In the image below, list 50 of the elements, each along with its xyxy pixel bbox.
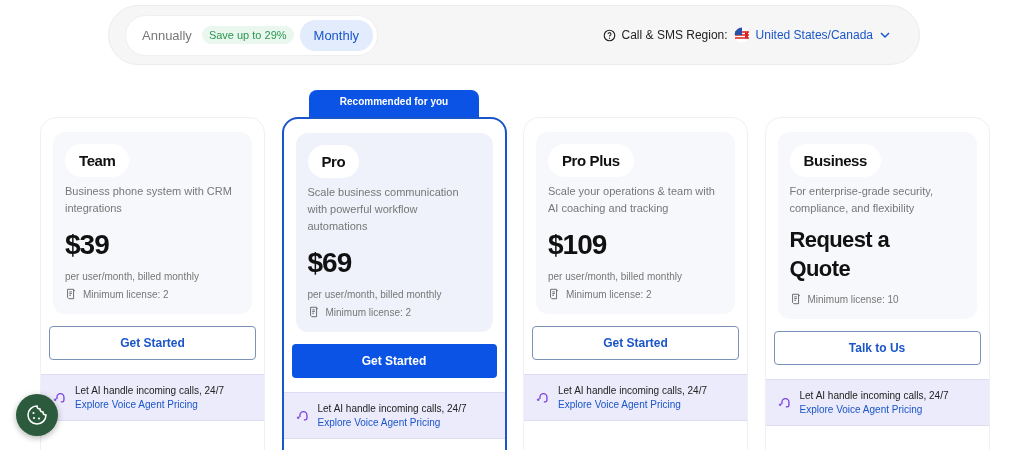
plan-description: Scale business communication with powerful workflow automations bbox=[307, 185, 460, 234]
promo-text: Let AI handle incoming calls, 24/7 bbox=[799, 390, 949, 401]
promo-text: Let AI handle incoming calls, 24/7 bbox=[317, 403, 467, 414]
chevron-down-icon bbox=[879, 29, 891, 41]
region-label: Call & SMS Region: bbox=[621, 28, 728, 42]
price-note: per user/month, billed monthly bbox=[548, 271, 682, 282]
price-note: per user/month, billed monthly bbox=[65, 271, 199, 282]
plan-cta-button[interactable]: Talk to Us bbox=[773, 331, 981, 365]
plan-name: Pro bbox=[307, 145, 360, 178]
region-dropdown[interactable]: United States/Canada bbox=[733, 27, 891, 43]
plan-cta-button[interactable]: Get Started bbox=[291, 344, 497, 378]
cookie-icon bbox=[25, 403, 49, 427]
headset-icon bbox=[53, 390, 67, 405]
flag-icon bbox=[733, 27, 750, 43]
recommended-badge: Recommended for you bbox=[309, 90, 479, 117]
plan-price: $39 bbox=[65, 229, 109, 261]
cookie-settings-button[interactable] bbox=[16, 394, 58, 436]
plan-cta-button[interactable]: Get Started bbox=[49, 326, 256, 360]
voice-agent-pricing-link[interactable]: Explore Voice Agent Pricing bbox=[317, 417, 467, 428]
voice-agent-pricing-link[interactable]: Explore Voice Agent Pricing bbox=[799, 404, 949, 415]
plan-description: Business phone system with CRM integrations bbox=[65, 184, 233, 216]
minimum-license: Minimum license: 2 bbox=[325, 306, 412, 318]
document-icon bbox=[307, 306, 320, 318]
minimum-license: Minimum license: 2 bbox=[566, 288, 652, 300]
plan-description: Scale your operations & team with AI coaching and tracking bbox=[548, 184, 716, 216]
help-icon[interactable] bbox=[602, 28, 616, 42]
plan-price: $109 bbox=[548, 229, 607, 261]
headset-icon bbox=[777, 395, 792, 410]
plan-name: Pro Plus bbox=[548, 144, 634, 177]
voice-agent-pricing-link[interactable]: Explore Voice Agent Pricing bbox=[558, 399, 707, 410]
minimum-license: Minimum license: 2 bbox=[83, 288, 169, 300]
document-icon bbox=[65, 288, 77, 300]
document-icon bbox=[548, 288, 560, 300]
discount-badge: Save up to 29% bbox=[201, 26, 294, 44]
headset-icon bbox=[536, 390, 550, 405]
headset-icon bbox=[295, 408, 310, 423]
price-note: per user/month, billed monthly bbox=[307, 289, 442, 300]
plan-price: Request a Quote bbox=[789, 226, 891, 283]
minimum-license: Minimum license: 10 bbox=[807, 293, 899, 305]
plan-name: Business bbox=[789, 144, 881, 177]
voice-agent-pricing-link[interactable]: Explore Voice Agent Pricing bbox=[75, 399, 224, 410]
plan-description: For enterprise-grade security, compliance, and flexibility bbox=[789, 184, 934, 216]
plan-price: $69 bbox=[307, 247, 352, 279]
plan-name: Team bbox=[65, 144, 130, 177]
billing-option[interactable]: Monthly bbox=[299, 19, 374, 51]
plan-cta-button[interactable]: Get Started bbox=[532, 326, 739, 360]
document-icon bbox=[789, 293, 802, 305]
promo-text: Let AI handle incoming calls, 24/7 bbox=[558, 385, 707, 396]
promo-text: Let AI handle incoming calls, 24/7 bbox=[75, 385, 224, 396]
billing-option[interactable]: Annually bbox=[130, 19, 196, 51]
